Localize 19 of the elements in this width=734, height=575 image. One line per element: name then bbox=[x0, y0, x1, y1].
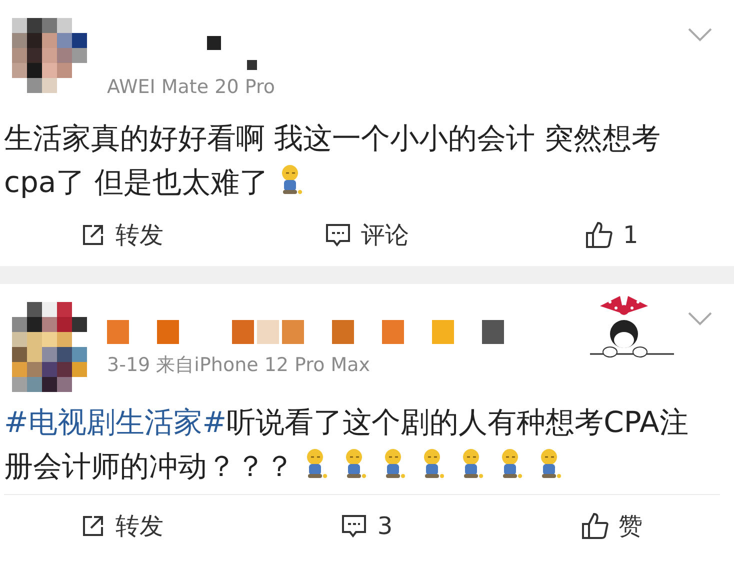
blurred-name-drawing bbox=[207, 36, 257, 70]
comment-button[interactable]: 评论 bbox=[314, 213, 419, 257]
comment-icon bbox=[341, 513, 368, 539]
repost-button[interactable]: 转发 bbox=[71, 213, 174, 257]
post-text: 生活家真的好好看啊 我这一个小小的会计 突然想考cpa了 但是也太难了 bbox=[4, 120, 662, 201]
share-icon bbox=[81, 223, 106, 247]
repost-button[interactable]: 转发 bbox=[71, 504, 174, 548]
post-meta: AWEI Mate 20 Pro bbox=[107, 76, 276, 98]
like-button[interactable]: 1 bbox=[575, 215, 648, 255]
thumbs-up-icon bbox=[580, 512, 609, 540]
comment-button[interactable]: 3 bbox=[331, 506, 403, 546]
post-meta: 3-19 来自iPhone 12 Pro Max bbox=[107, 353, 372, 378]
comment-icon bbox=[324, 222, 351, 248]
like-button[interactable]: 赞 bbox=[570, 504, 653, 548]
chevron-down-icon[interactable] bbox=[688, 312, 712, 326]
thumbs-up-icon bbox=[585, 221, 614, 249]
share-icon bbox=[81, 514, 106, 538]
post-text: #电视剧生活家#听说看了这个剧的人有种想考CPA注册会计师的冲动？？？ bbox=[4, 404, 690, 485]
chevron-down-icon[interactable] bbox=[688, 28, 712, 42]
